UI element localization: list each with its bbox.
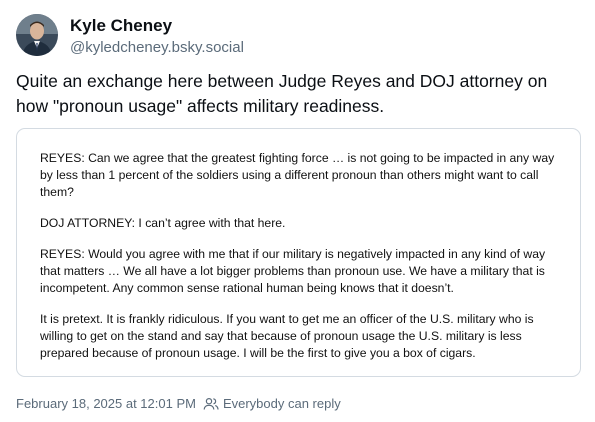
post-header: Kyle Cheney @kyledcheney.bsky.social (16, 14, 244, 58)
post-footer: February 18, 2025 at 12:01 PM Everybody … (16, 396, 341, 411)
author-names: Kyle Cheney @kyledcheney.bsky.social (70, 16, 244, 58)
people-icon (203, 397, 219, 410)
avatar[interactable] (16, 14, 58, 56)
post-text: Quite an exchange here between Judge Rey… (16, 71, 548, 116)
reply-setting[interactable]: Everybody can reply (203, 396, 341, 411)
transcript-paragraph: REYES: Would you agree with me that if o… (40, 247, 546, 295)
embedded-image[interactable]: REYES: Can we agree that the greatest fi… (16, 128, 581, 377)
avatar-image (16, 14, 58, 56)
transcript-paragraph: REYES: Can we agree that the greatest fi… (40, 151, 555, 199)
timestamp[interactable]: February 18, 2025 at 12:01 PM (16, 396, 196, 411)
reply-setting-label: Everybody can reply (222, 396, 341, 411)
transcript-paragraph: DOJ ATTORNEY: I can’t agree with that he… (40, 216, 286, 230)
embedded-transcript: REYES: Can we agree that the greatest fi… (40, 150, 560, 376)
post: Kyle Cheney @kyledcheney.bsky.social Qui… (0, 0, 595, 422)
transcript-paragraph: It is pretext. It is frankly ridiculous.… (40, 312, 534, 360)
handle[interactable]: @kyledcheney.bsky.social (70, 38, 244, 58)
display-name[interactable]: Kyle Cheney (70, 16, 244, 36)
